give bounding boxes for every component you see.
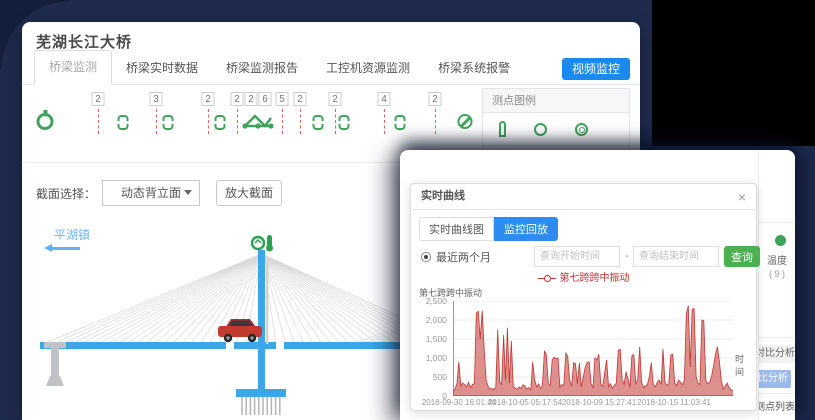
y-tick-label: 500: [433, 372, 447, 382]
sensor-count-badge: 2: [329, 92, 342, 106]
sensor-count-badge: 2: [231, 92, 244, 106]
legend-marker-icon: [538, 275, 556, 282]
main-tab-0[interactable]: 桥梁监测: [34, 50, 112, 85]
sensor-tick: [282, 109, 283, 134]
link-sensor-icon[interactable]: [395, 115, 406, 130]
section-select-label: 截面选择：: [36, 185, 96, 202]
measure-point-legend-panel: 测点图例: [482, 88, 630, 146]
main-tab-3[interactable]: 工控机资源监测: [312, 52, 424, 84]
sensor-count-badge: 3: [150, 92, 163, 106]
compare-analysis-button[interactable]: 对比分析: [758, 370, 791, 388]
thermometer-icon[interactable]: [499, 121, 506, 137]
query-end-time-input[interactable]: [633, 246, 719, 267]
gauge-sensor-icon[interactable]: [37, 113, 54, 130]
query-button[interactable]: 查询: [724, 246, 760, 267]
x-tick-label: 2018-10-15 11:03:41: [637, 398, 711, 407]
bridge-deck: [40, 342, 442, 349]
screen: 芜湖长江大桥 桥梁监测桥梁实时数据桥梁监测报告工控机资源监测桥梁系统报警 视频监…: [0, 0, 815, 420]
tower-thermometer-icon[interactable]: [266, 235, 273, 252]
vibration-chart: 2,5002,0001,5001,0005000 时间: [419, 301, 748, 396]
range-separator: -: [625, 250, 629, 262]
sensor-tick: [237, 109, 238, 134]
dialog-tab-1[interactable]: 监控回放: [494, 217, 558, 241]
x-tick-label: 2018-09-30 16:01:44: [422, 398, 496, 407]
sensor-count-badge: 2: [429, 92, 442, 106]
sensor-strip: 23222652242: [22, 92, 522, 142]
dialog-tabs: 实时曲线图监控回放: [419, 217, 558, 241]
sensor-count-badge: 4: [378, 92, 391, 106]
sensor-count-badge: 2: [245, 92, 258, 106]
page-title: 芜湖长江大桥: [36, 31, 132, 52]
radio-icon: [421, 252, 431, 262]
dialog-title: 实时曲线: [421, 184, 465, 209]
query-filter-row: 最近两个月 - 查询: [419, 246, 748, 270]
sensor-count-badge: 5: [276, 92, 289, 106]
x-axis-labels: 2018-09-30 16:01:442018-10-05 05:17:5420…: [453, 398, 733, 410]
bridge-foundation: [236, 389, 286, 415]
temperature-count: ( 9 ): [759, 269, 795, 279]
main-tab-1[interactable]: 桥梁实时数据: [112, 52, 212, 84]
main-tab-4[interactable]: 桥梁系统报警: [424, 52, 524, 84]
sensor-tick: [300, 109, 301, 134]
sensor-tick: [208, 109, 209, 134]
recent-two-months-radio[interactable]: 最近两个月: [421, 249, 491, 265]
sensor-tick: [156, 109, 157, 134]
y-axis-labels: 2,5002,0001,5001,0005000: [419, 301, 449, 396]
x-tick-label: 2018-10-09 15:27:41: [562, 398, 636, 407]
close-icon[interactable]: ×: [738, 190, 746, 204]
sensor-tick: [98, 109, 99, 134]
truss-sensor-icon[interactable]: [240, 112, 276, 135]
y-tick-label: 2,500: [426, 296, 447, 306]
link-sensor-icon[interactable]: [215, 115, 226, 130]
y-tick-label: 2,000: [426, 315, 447, 325]
x-axis-name: 时间: [735, 352, 748, 378]
realtime-curve-dialog: 实时曲线 × 实时曲线图监控回放 最近两个月 - 查询 第七跨跨中振动: [410, 183, 757, 411]
chevron-down-icon: [184, 190, 192, 195]
query-start-time-input[interactable]: [534, 246, 620, 267]
sensor-count-badge: 2: [294, 92, 307, 106]
temperature-label: 温度: [759, 252, 795, 267]
radio-label: 最近两个月: [436, 249, 491, 265]
x-tick-label: 2018-10-05 05:17:54: [488, 398, 562, 407]
temperature-sensor-block[interactable]: 温度 ( 9 ): [759, 240, 795, 279]
rotation-sensor-icon[interactable]: [252, 237, 264, 249]
sensor-count-badge: 2: [92, 92, 105, 106]
black-backdrop: [652, 0, 815, 146]
right-panel-clipped: 温度 ( 9 ) 对比分析 对比分析 测点列表: [758, 150, 795, 420]
y-tick-label: 1,500: [426, 334, 447, 344]
popup-window: 温度 ( 9 ) 对比分析 对比分析 测点列表 实时曲线 × 实时曲线图监控回放…: [400, 150, 795, 420]
car: [218, 319, 262, 342]
sensor-count-badge: 2: [202, 92, 215, 106]
section-select-value: 动态背立面: [121, 186, 181, 200]
sensor-tick: [435, 109, 436, 134]
dialog-tab-0[interactable]: 实时曲线图: [419, 217, 494, 241]
chart-title: 第七跨跨中振动: [419, 286, 748, 299]
sensor-tick: [384, 109, 385, 134]
point-list-label: 测点列表: [759, 398, 795, 413]
main-tab-2[interactable]: 桥梁监测报告: [212, 52, 312, 84]
zoom-section-button[interactable]: 放大截面: [216, 180, 282, 206]
sensor-circle-icon[interactable]: [534, 123, 547, 136]
main-tabbar: 桥梁监测桥梁实时数据桥梁监测报告工控机资源监测桥梁系统报警: [22, 54, 640, 85]
link-sensor-icon[interactable]: [339, 115, 350, 130]
chart-legend[interactable]: 第七跨跨中振动: [419, 273, 748, 285]
link-sensor-icon[interactable]: [118, 115, 129, 130]
y-tick-label: 1,000: [426, 353, 447, 363]
compare-analysis-header: 对比分析: [759, 345, 795, 363]
sensor-ring-icon[interactable]: [575, 123, 588, 136]
legend-panel-title: 测点图例: [483, 89, 629, 113]
link-sensor-icon[interactable]: [313, 115, 324, 130]
sensor-count-badge: 6: [259, 92, 272, 106]
link-sensor-icon[interactable]: [163, 115, 174, 130]
bridge-tower: [258, 250, 265, 391]
ban-icon[interactable]: [458, 114, 473, 129]
section-select[interactable]: 动态背立面: [102, 180, 200, 206]
video-monitor-button[interactable]: 视频监控: [562, 58, 630, 80]
sensor-tick: [335, 109, 336, 134]
